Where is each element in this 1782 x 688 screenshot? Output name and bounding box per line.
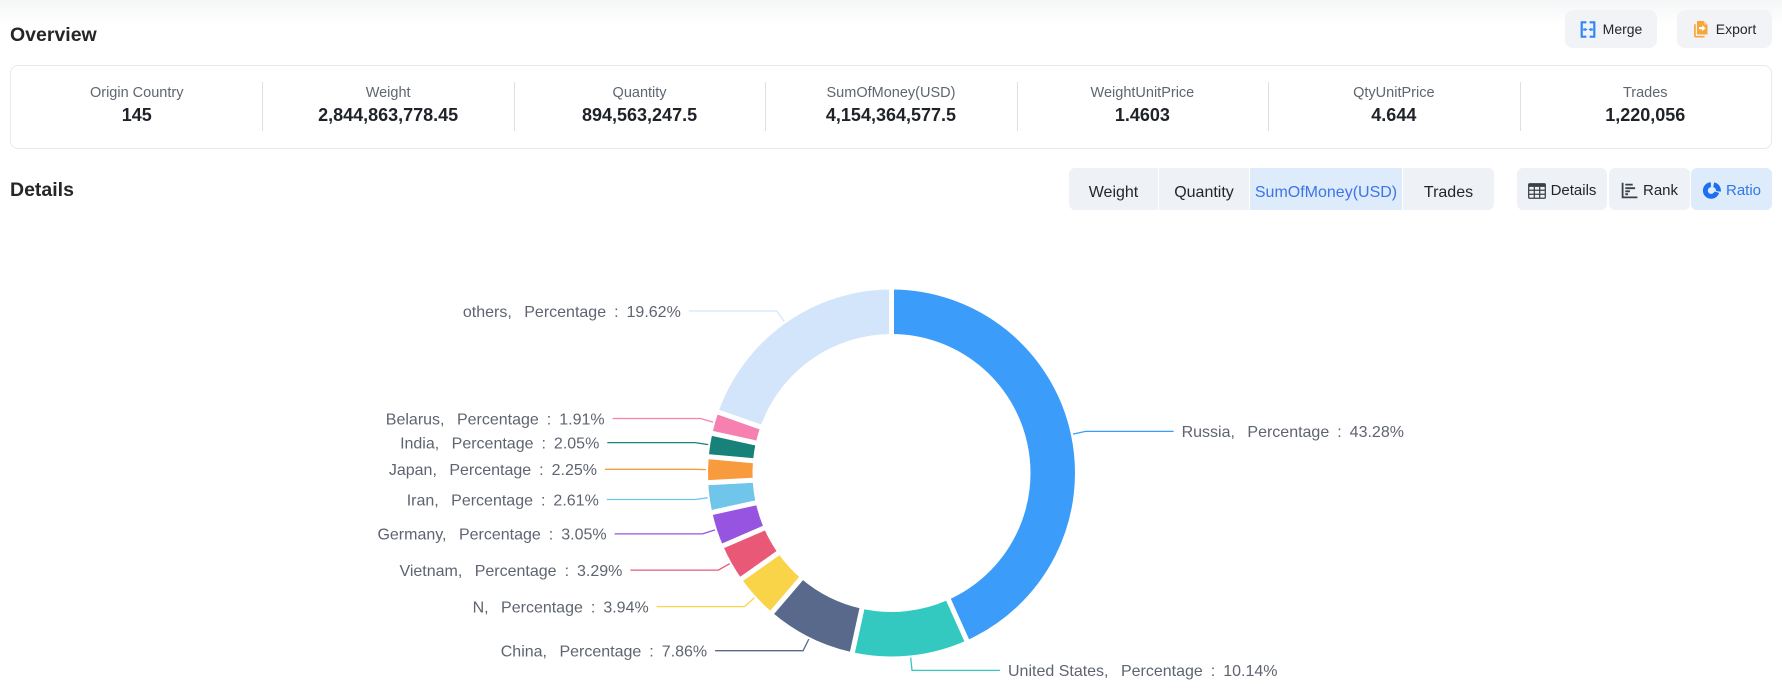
svg-text:Japan, Percentage : 2.25%: Japan, Percentage : 2.25%: [389, 462, 597, 479]
svg-text:Iran, Percentage : 2.61%: Iran, Percentage : 2.61%: [407, 492, 599, 509]
svg-text:India, Percentage : 2.05%: India, Percentage : 2.05%: [400, 435, 599, 452]
svg-text:others, Percentage : 19.62%: others, Percentage : 19.62%: [463, 304, 681, 321]
svg-text:N, Percentage : 3.94%: N, Percentage : 3.94%: [473, 599, 649, 616]
svg-text:Russia, Percentage : 43.28%: Russia, Percentage : 43.28%: [1182, 424, 1404, 441]
svg-text:Vietnam, Percentage : 3.29%: Vietnam, Percentage : 3.29%: [399, 563, 622, 580]
svg-text:China, Percentage : 7.86%: China, Percentage : 7.86%: [501, 644, 707, 661]
svg-text:United States, Percentage : 1: United States, Percentage : 10.14%: [1008, 663, 1278, 680]
svg-text:Germany, Percentage : 3.05%: Germany, Percentage : 3.05%: [377, 527, 606, 544]
svg-text:Belarus, Percentage : 1.91%: Belarus, Percentage : 1.91%: [386, 411, 605, 428]
